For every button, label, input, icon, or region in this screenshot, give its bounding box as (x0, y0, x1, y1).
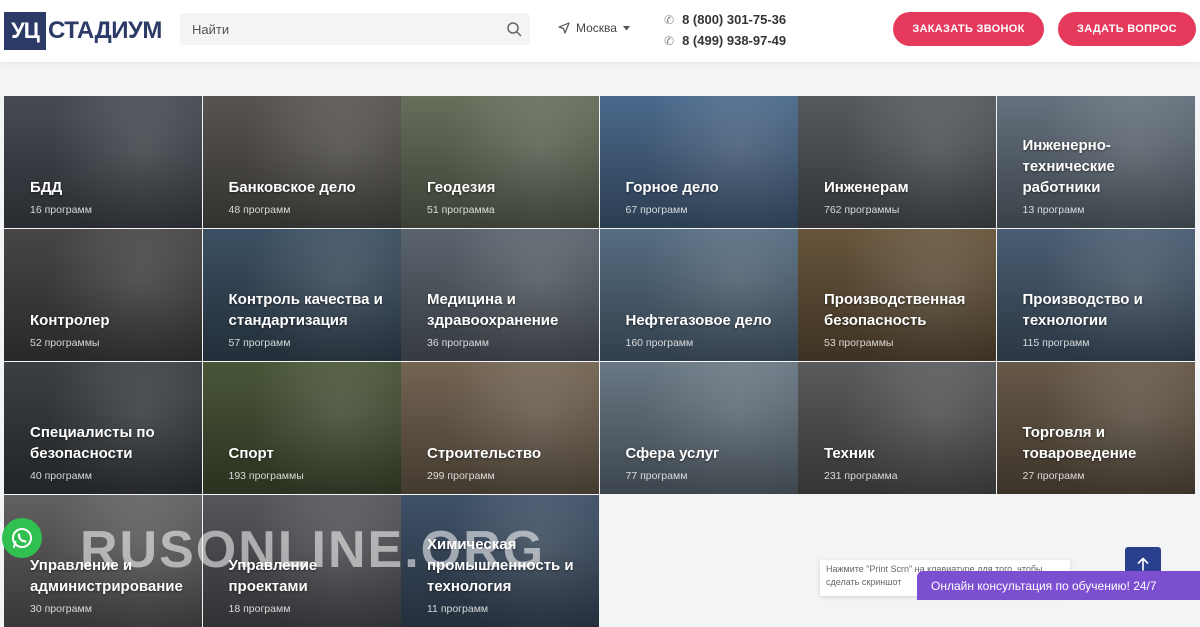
category-count: 36 программ (427, 337, 489, 349)
category-count: 77 программ (625, 470, 688, 482)
logo-mark: УЦ (4, 12, 46, 50)
category-count: 48 программ (228, 204, 291, 216)
whatsapp-icon (12, 528, 32, 548)
ask-question-button[interactable]: ЗАДАТЬ ВОПРОС (1058, 12, 1196, 46)
category-tile[interactable]: Контроль качества и стандартизация 57 про… (202, 229, 401, 361)
category-count: 52 программы (30, 337, 100, 349)
search-icon[interactable] (506, 21, 522, 37)
category-tile[interactable]: Контролер 52 программы (4, 229, 202, 361)
category-title: Инженерам (824, 179, 909, 196)
online-consultation-bar[interactable]: Онлайн консультация по обучению! 24/7 (917, 571, 1200, 600)
category-tile[interactable]: Геодезия 51 программа (401, 96, 599, 228)
category-title: Торговля и товароведение (1022, 424, 1137, 462)
category-count: 30 программ (30, 603, 92, 615)
phone-item[interactable]: ✆ 8 (800) 301-75-36 (664, 9, 786, 30)
category-count: 231 программа (824, 470, 898, 482)
category-tile[interactable]: БДД 16 программ (4, 96, 202, 228)
category-tile[interactable]: Банковское дело 48 программ (202, 96, 401, 228)
category-count: 115 программ (1022, 337, 1090, 349)
category-title: Производственная безопасность (824, 291, 966, 329)
category-title: Контроль качества и стандартизация (228, 291, 383, 329)
category-title: Горное дело (625, 179, 719, 196)
phone-number: 8 (499) 938-97-49 (682, 33, 787, 48)
location-arrow-icon (558, 22, 570, 34)
caret-down-icon (622, 25, 630, 30)
category-title: Нефтегазовое дело (625, 312, 772, 329)
category-count: 11 программ (427, 603, 489, 615)
category-tile[interactable]: Производство и технологии 115 программ (996, 229, 1195, 361)
category-title: Техник (824, 445, 875, 462)
arrow-up-icon (1137, 557, 1149, 571)
search-input[interactable] (180, 21, 490, 37)
category-tile[interactable]: Торговля и товароведение 27 программ (996, 362, 1195, 494)
category-title: Геодезия (427, 179, 496, 196)
category-tile[interactable]: Производственная безопасность 53 программ… (798, 229, 996, 361)
category-tile[interactable]: Нефтегазовое дело 160 программ (599, 229, 798, 361)
category-tile[interactable]: Специалисты по безопасности 40 программ (4, 362, 202, 494)
category-title: Инженерно-технические работники (1022, 137, 1115, 196)
category-count: 27 программ (1022, 470, 1085, 482)
category-tile[interactable]: Горное дело 67 программ (599, 96, 798, 228)
category-count: 40 программ (30, 470, 92, 482)
search-bar (180, 13, 530, 45)
category-tile[interactable]: Медицина и здравоохранение 36 программ (401, 229, 599, 361)
category-title: Сфера услуг (625, 445, 720, 462)
category-count: 160 программ (625, 337, 694, 349)
site-header: УЦ СТАДИУМ Москва ✆ 8 (800) 301-75-36 ✆ … (0, 0, 1200, 62)
category-tile[interactable]: Инженерно-технические работники 13 програ… (996, 96, 1195, 228)
category-title: Медицина и здравоохранение (427, 291, 559, 329)
category-count: 762 программы (824, 204, 900, 216)
whatsapp-button[interactable] (2, 518, 42, 558)
city-selector[interactable]: Москва (558, 21, 630, 35)
category-tile[interactable]: Инженерам 762 программы (798, 96, 996, 228)
category-count: 53 программы (824, 337, 894, 349)
category-title: БДД (30, 179, 63, 196)
category-title: Специалисты по безопасности (30, 424, 155, 462)
category-count: 16 программ (30, 204, 92, 216)
request-call-button[interactable]: ЗАКАЗАТЬ ЗВОНОК (893, 12, 1044, 46)
category-title: Спорт (228, 445, 274, 462)
category-count: 57 программ (228, 337, 291, 349)
phone-list: ✆ 8 (800) 301-75-36 ✆ 8 (499) 938-97-49 (664, 9, 786, 51)
category-count: 13 программ (1022, 204, 1085, 216)
category-tile[interactable]: Сфера услуг 77 программ (599, 362, 798, 494)
phone-icon: ✆ (664, 33, 675, 48)
category-count: 193 программы (228, 470, 304, 482)
category-count: 299 программ (427, 470, 495, 482)
logo-text: СТАДИУМ (48, 17, 162, 44)
category-count: 18 программ (228, 603, 291, 615)
category-count: 67 программ (625, 204, 688, 216)
category-tile[interactable]: Спорт 193 программы (202, 362, 401, 494)
logo[interactable]: УЦ СТАДИУМ (4, 12, 162, 50)
city-label: Москва (576, 21, 617, 35)
category-tile[interactable]: Техник 231 программа (798, 362, 996, 494)
phone-icon: ✆ (664, 12, 675, 27)
watermark-text: RUSONLINE.ORG (80, 521, 546, 579)
category-title: Банковское дело (228, 179, 356, 196)
category-tile[interactable]: Строительство 299 программ (401, 362, 599, 494)
phone-item[interactable]: ✆ 8 (499) 938-97-49 (664, 30, 786, 51)
category-count: 51 программа (427, 204, 495, 216)
phone-number: 8 (800) 301-75-36 (682, 12, 787, 27)
category-title: Строительство (427, 445, 542, 462)
category-title: Производство и технологии (1022, 291, 1143, 329)
category-title: Контролер (30, 312, 110, 329)
